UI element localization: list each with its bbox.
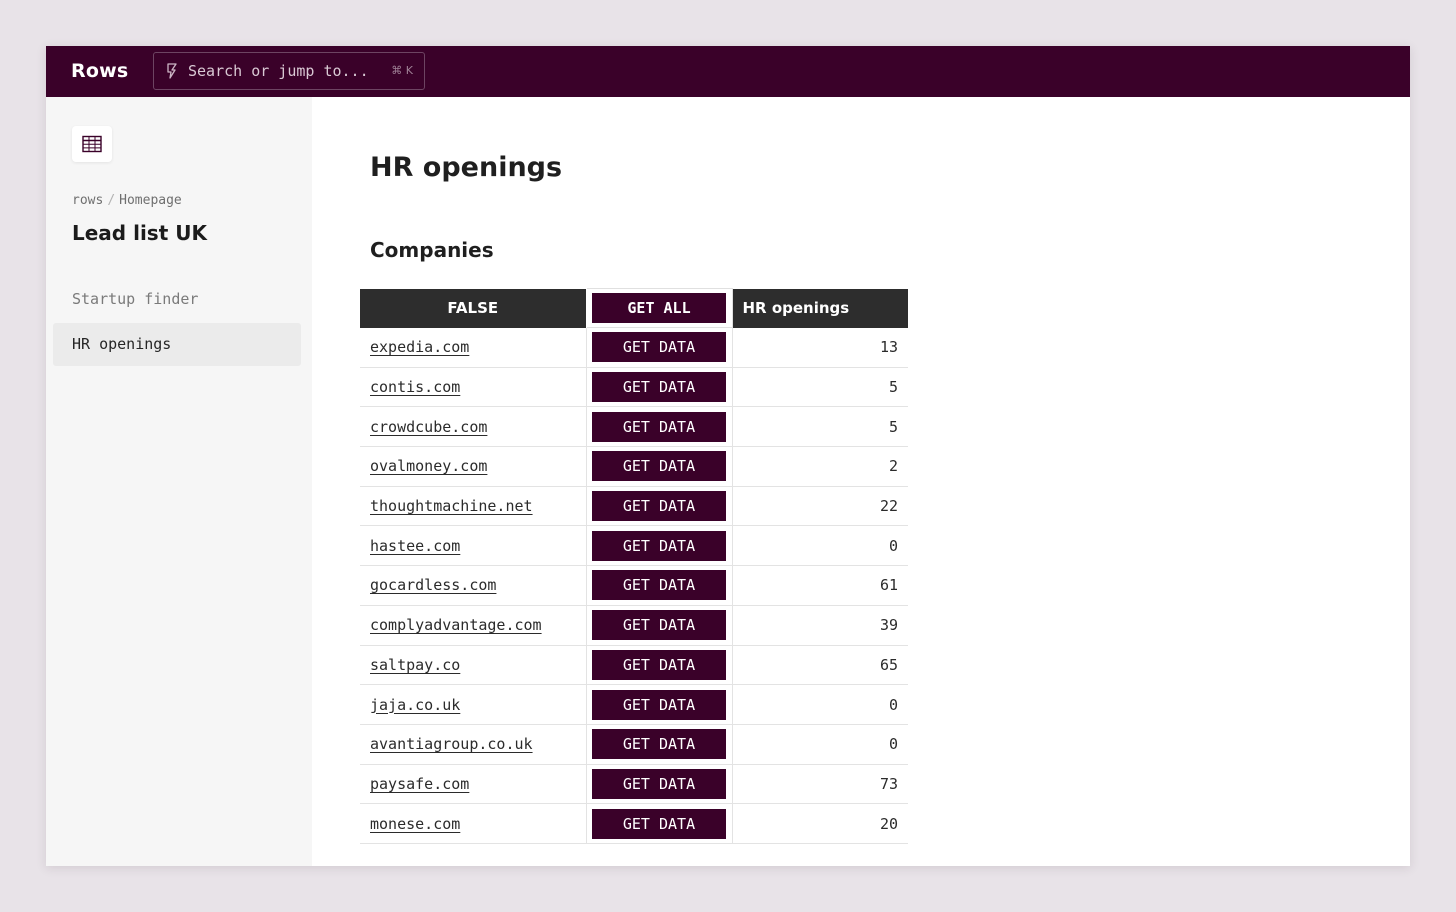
hr-openings-count[interactable]: 0 xyxy=(732,724,908,765)
spark-icon xyxy=(167,63,177,79)
get-data-button[interactable]: GET DATA xyxy=(592,768,726,799)
company-domain-link[interactable]: thoughtmachine.net xyxy=(360,486,587,527)
sidebar-item-hr-openings[interactable]: HR openings xyxy=(53,323,301,366)
get-data-button[interactable]: GET DATA xyxy=(592,689,726,720)
sidebar: rows / Homepage Lead list UK Startup finde… xyxy=(46,97,312,866)
get-data-cell: GET DATA xyxy=(586,367,733,408)
hr-openings-count[interactable]: 5 xyxy=(732,367,908,408)
table-row: expedia.com GET DATA 13 xyxy=(360,327,908,368)
get-data-button[interactable]: GET DATA xyxy=(592,332,726,363)
get-data-cell: GET DATA xyxy=(586,724,733,765)
table-row: hastee.com GET DATA 0 xyxy=(360,525,908,567)
document-title: Lead list UK xyxy=(72,221,207,245)
get-data-cell: GET DATA xyxy=(586,684,733,725)
column-header-get-all: GET ALL xyxy=(585,288,733,328)
hr-openings-count[interactable]: 22 xyxy=(732,486,908,527)
breadcrumb-item-homepage[interactable]: Homepage xyxy=(119,193,182,208)
breadcrumb-item-rows[interactable]: rows xyxy=(72,193,103,208)
table-header-row: FALSE GET ALL HR openings xyxy=(360,288,908,328)
company-domain-link[interactable]: complyadvantage.com xyxy=(360,605,587,646)
table-row: thoughtmachine.net GET DATA 22 xyxy=(360,486,908,527)
get-data-button[interactable]: GET DATA xyxy=(592,411,726,442)
main-content: HR openings Companies FALSE GET ALL HR o… xyxy=(312,97,1410,866)
get-data-button[interactable]: GET DATA xyxy=(592,729,726,760)
table-body: expedia.com GET DATA 13 contis.com GET DATA 5… xyxy=(360,327,908,844)
companies-table: FALSE GET ALL HR openings expedia.com GET… xyxy=(360,288,908,844)
table-row: paysafe.com GET DATA 73 xyxy=(360,764,908,805)
get-data-button[interactable]: GET DATA xyxy=(592,808,726,839)
page-title: HR openings xyxy=(370,152,563,183)
column-header-hr-openings[interactable]: HR openings xyxy=(732,288,908,328)
hr-openings-count[interactable]: 61 xyxy=(732,565,908,606)
hr-openings-count[interactable]: 13 xyxy=(732,327,908,368)
table-row: jaja.co.uk GET DATA 0 xyxy=(360,684,908,725)
company-domain-link[interactable]: crowdcube.com xyxy=(360,406,587,448)
get-data-button[interactable]: GET DATA xyxy=(592,649,726,680)
hr-openings-count[interactable]: 39 xyxy=(732,605,908,646)
company-domain-link[interactable]: expedia.com xyxy=(360,327,587,368)
get-data-button[interactable]: GET DATA xyxy=(592,491,726,522)
get-data-cell: GET DATA xyxy=(586,565,733,606)
get-data-cell: GET DATA xyxy=(586,486,733,527)
get-data-button[interactable]: GET DATA xyxy=(592,610,726,641)
get-data-cell: GET DATA xyxy=(586,605,733,646)
table-row: crowdcube.com GET DATA 5 xyxy=(360,406,908,448)
get-data-cell: GET DATA xyxy=(586,327,733,368)
get-data-cell: GET DATA xyxy=(586,764,733,805)
company-domain-link[interactable]: monese.com xyxy=(360,803,587,844)
get-all-button[interactable]: GET ALL xyxy=(592,293,726,323)
table-row: avantiagroup.co.uk GET DATA 0 xyxy=(360,724,908,765)
sidebar-item-startup-finder[interactable]: Startup finder xyxy=(53,278,301,321)
get-data-button[interactable]: GET DATA xyxy=(592,570,726,601)
app-window: Rows Search or jump to... ⌘ K rows / Homep… xyxy=(46,46,1410,866)
company-domain-link[interactable]: avantiagroup.co.uk xyxy=(360,724,587,765)
get-data-button[interactable]: GET DATA xyxy=(592,530,726,561)
table-row: saltpay.co GET DATA 65 xyxy=(360,645,908,686)
brand-logo[interactable]: Rows xyxy=(71,58,128,84)
hr-openings-count[interactable]: 65 xyxy=(732,645,908,686)
search-input[interactable]: Search or jump to... ⌘ K xyxy=(153,52,425,90)
company-domain-link[interactable]: gocardless.com xyxy=(360,565,587,606)
get-data-cell: GET DATA xyxy=(586,406,733,448)
company-domain-link[interactable]: saltpay.co xyxy=(360,645,587,686)
hr-openings-count[interactable]: 73 xyxy=(732,764,908,805)
hr-openings-count[interactable]: 20 xyxy=(732,803,908,844)
spreadsheet-icon[interactable] xyxy=(72,126,112,162)
get-data-cell: GET DATA xyxy=(586,803,733,844)
table-row: ovalmoney.com GET DATA 2 xyxy=(360,446,908,487)
get-data-cell: GET DATA xyxy=(586,446,733,487)
hr-openings-count[interactable]: 0 xyxy=(732,684,908,725)
breadcrumb-separator: / xyxy=(107,193,116,208)
hr-openings-count[interactable]: 5 xyxy=(732,406,908,448)
search-placeholder: Search or jump to... xyxy=(188,62,369,80)
section-title: Companies xyxy=(370,238,494,262)
top-bar: Rows Search or jump to... ⌘ K xyxy=(46,46,1410,97)
company-domain-link[interactable]: paysafe.com xyxy=(360,764,587,805)
company-domain-link[interactable]: contis.com xyxy=(360,367,587,408)
get-data-button[interactable]: GET DATA xyxy=(592,372,726,403)
company-domain-link[interactable]: ovalmoney.com xyxy=(360,446,587,487)
company-domain-link[interactable]: jaja.co.uk xyxy=(360,684,587,725)
company-domain-link[interactable]: hastee.com xyxy=(360,525,587,567)
column-header-false[interactable]: FALSE xyxy=(360,288,587,328)
table-row: complyadvantage.com GET DATA 39 xyxy=(360,605,908,646)
hr-openings-count[interactable]: 0 xyxy=(732,525,908,567)
breadcrumb: rows / Homepage xyxy=(72,193,182,208)
search-shortcut: ⌘ K xyxy=(391,64,413,77)
get-data-cell: GET DATA xyxy=(586,645,733,686)
get-data-button[interactable]: GET DATA xyxy=(592,451,726,482)
table-row: contis.com GET DATA 5 xyxy=(360,367,908,408)
hr-openings-count[interactable]: 2 xyxy=(732,446,908,487)
get-data-cell: GET DATA xyxy=(586,525,733,567)
table-row: monese.com GET DATA 20 xyxy=(360,803,908,844)
table-row: gocardless.com GET DATA 61 xyxy=(360,565,908,606)
